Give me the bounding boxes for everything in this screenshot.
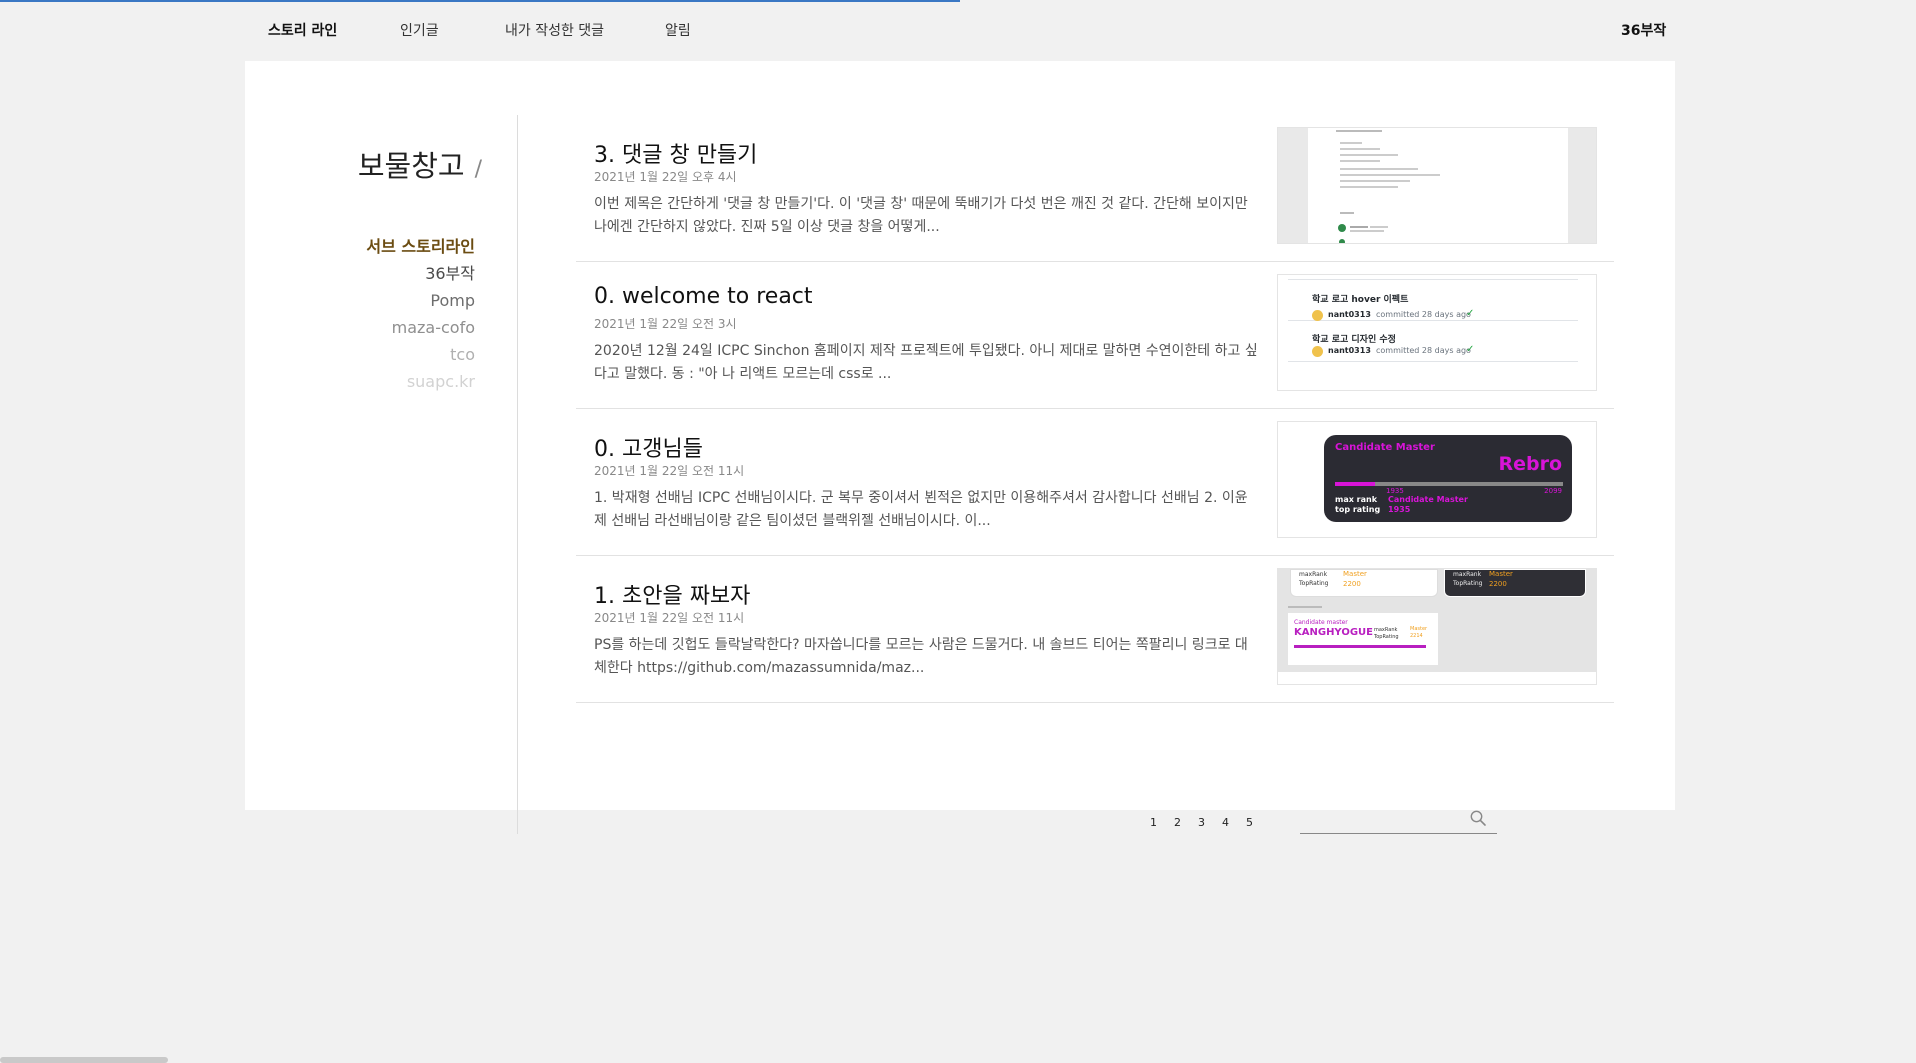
post-title[interactable]: 3. 댓글 창 만들기 [594,137,757,169]
horizontal-scrollbar[interactable] [0,1057,168,1063]
rating-min: 1935 [1386,487,1404,495]
pagination: 1 2 3 4 5 [1150,811,1270,830]
top-navigation: 스토리 라인 인기글 내가 작성한 댓글 알림 36부작 [0,0,1916,60]
top-rating-key: top rating [1335,505,1381,514]
post-list: 3. 댓글 창 만들기 2021년 1월 22일 오후 4시 이번 제목은 간단… [576,115,1614,703]
commit-list-top [1288,275,1578,280]
top-rating-value: 1935 [1388,505,1411,514]
check-icon: ✓ [1466,308,1475,319]
page-link-5[interactable]: 5 [1246,816,1253,829]
rank-label: Candidate Master [1335,442,1435,453]
category-suapc[interactable]: suapc.kr [245,368,475,395]
commit-row: 학교 로고 hover 이펙트 nant0313 committed 28 da… [1288,281,1578,321]
commit-title: 학교 로고 디자인 수정 [1312,335,1396,345]
commit-title: 학교 로고 hover 이펙트 [1312,295,1409,305]
post-thumbnail[interactable]: 학교 로고 hover 이펙트 nant0313 committed 28 da… [1277,274,1597,391]
post-thumbnail[interactable]: Candidate Master Rebro 1935 2099 max ran… [1277,421,1597,538]
check-icon: ✓ [1466,344,1475,355]
commit-user: nant0313 [1328,310,1371,319]
category-36bujak[interactable]: 36부작 [245,260,475,287]
post-excerpt: 2020년 12월 24일 ICPC Sinchon 홈페이지 제작 프로젝트에… [594,343,1258,382]
commit-user: nant0313 [1328,346,1371,355]
post-item[interactable]: 0. 고갱님들 2021년 1월 22일 오전 11시 1. 박재형 선배님 I… [576,409,1614,556]
post-item[interactable]: 1. 초안을 짜보자 2021년 1월 22일 오전 11시 PS를 하는데 깃… [576,556,1614,703]
post-title[interactable]: 0. welcome to react [594,284,813,309]
title-separator: / [474,157,482,182]
post-excerpt: PS를 하는데 깃헙도 들락날락한다? 마자씁니다를 모르는 사람은 드물거다.… [594,637,1248,676]
category-maza-cofo[interactable]: maza-cofo [245,314,475,341]
post-thumbnail[interactable] [1277,127,1597,244]
commit-meta: committed 28 days ago [1376,310,1471,319]
post-thumbnail[interactable]: maxRank TopRating Master 2200 maxRank To… [1277,568,1597,685]
post-date: 2021년 1월 22일 오전 11시 [594,611,745,625]
badge-dark-card: maxRank TopRating Master 2200 [1444,569,1586,597]
category-tco[interactable]: tco [245,341,475,368]
sidebar-divider [517,115,518,834]
max-rank-key: max rank [1335,495,1378,504]
commit-meta: committed 28 days ago [1376,346,1471,355]
caption-line [1288,606,1322,608]
avatar-icon [1312,310,1323,321]
rating-progress-fill [1335,482,1375,486]
badge-rating-card: Candidate master KANGHYOGUE maxRank TopR… [1288,613,1438,665]
nav-my-comments[interactable]: 내가 작성한 댓글 [505,20,604,40]
user-name-link[interactable]: 36부작 [1621,20,1666,40]
post-item[interactable]: 0. welcome to react 2021년 1월 22일 오전 3시 2… [576,262,1614,409]
post-title[interactable]: 1. 초안을 짜보자 [594,578,750,610]
search-input[interactable] [1300,801,1460,831]
page-link-1[interactable]: 1 [1150,816,1157,829]
rating-max: 2099 [1544,487,1562,495]
avatar-icon [1312,346,1323,357]
blog-container: 보물창고 / 서브 스토리라인 36부작 Pomp maza-cofo tco s… [245,61,1675,834]
nav-storyline[interactable]: 스토리 라인 [268,20,337,40]
commit-row: 학교 로고 디자인 수정 nant0313 committed 28 days … [1288,322,1578,362]
page-link-3[interactable]: 3 [1198,816,1205,829]
badge-light-card: maxRank TopRating Master 2200 [1290,569,1438,597]
handle: Rebro [1498,453,1562,475]
post-date: 2021년 1월 22일 오전 3시 [594,317,737,331]
post-item[interactable]: 3. 댓글 창 만들기 2021년 1월 22일 오후 4시 이번 제목은 간단… [576,115,1614,262]
nav-popular[interactable]: 인기글 [400,20,439,40]
post-title[interactable]: 0. 고갱님들 [594,431,703,463]
post-excerpt: 이번 제목은 간단하게 '댓글 창 만들기'다. 이 '댓글 창' 때문에 뚝배… [594,196,1248,235]
post-date: 2021년 1월 22일 오전 11시 [594,464,745,478]
page-screenshot-thumbnail [1278,128,1596,243]
category-list: 서브 스토리라인 36부작 Pomp maza-cofo tco suapc.k… [245,233,475,395]
max-rank-value: Candidate Master [1388,495,1468,504]
nav-notifications[interactable]: 알림 [665,20,691,40]
search-box [1300,801,1497,834]
search-icon[interactable] [1469,809,1487,827]
category-sub-storyline[interactable]: 서브 스토리라인 [245,233,475,260]
category-pomp[interactable]: Pomp [245,287,475,314]
post-excerpt: 1. 박재형 선배님 ICPC 선배님이시다. 군 복무 중이셔서 뵌적은 없지… [594,490,1248,529]
blog-title: 보물창고 / [357,149,482,183]
rating-card: Candidate Master Rebro 1935 2099 max ran… [1324,435,1572,522]
post-date: 2021년 1월 22일 오후 4시 [594,170,737,184]
page-link-4[interactable]: 4 [1222,816,1229,829]
page-link-2[interactable]: 2 [1174,816,1181,829]
